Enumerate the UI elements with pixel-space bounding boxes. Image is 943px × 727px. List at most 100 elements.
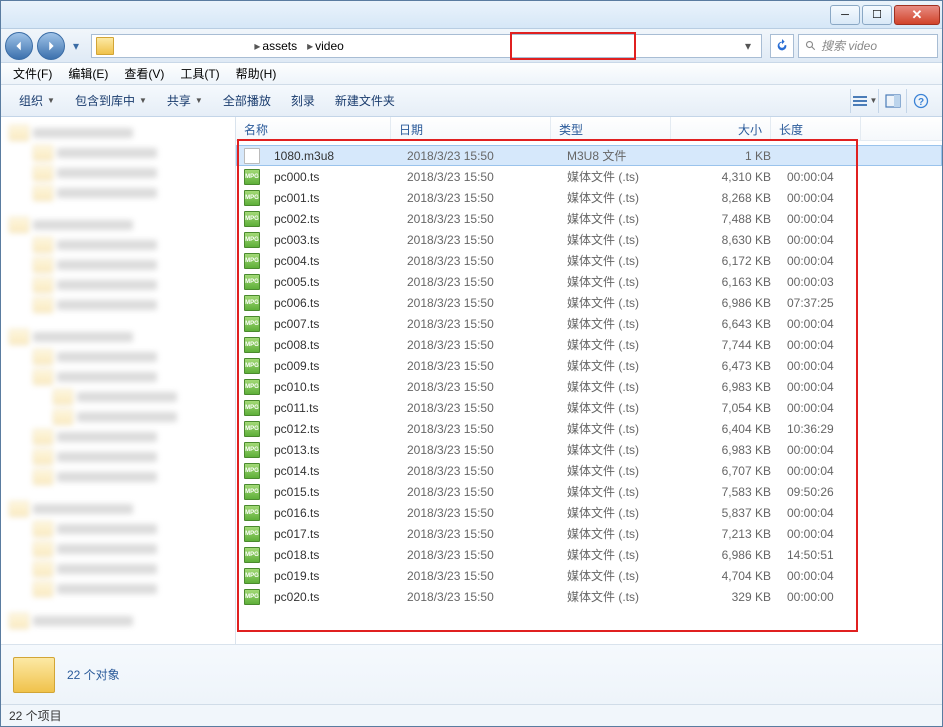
- file-row[interactable]: MPGpc020.ts2018/3/23 15:50媒体文件 (.ts)329 …: [236, 586, 942, 607]
- file-date: 2018/3/23 15:50: [399, 401, 559, 415]
- file-row[interactable]: MPGpc010.ts2018/3/23 15:50媒体文件 (.ts)6,98…: [236, 376, 942, 397]
- file-length: 00:00:00: [779, 590, 869, 604]
- file-row[interactable]: MPGpc005.ts2018/3/23 15:50媒体文件 (.ts)6,16…: [236, 271, 942, 292]
- file-row[interactable]: MPGpc018.ts2018/3/23 15:50媒体文件 (.ts)6,98…: [236, 544, 942, 565]
- file-name: pc010.ts: [266, 380, 399, 394]
- minimize-icon: ─: [841, 9, 849, 21]
- menu-help[interactable]: 帮助(H): [228, 63, 285, 84]
- file-row[interactable]: MPGpc012.ts2018/3/23 15:50媒体文件 (.ts)6,40…: [236, 418, 942, 439]
- menu-view[interactable]: 查看(V): [116, 63, 172, 84]
- file-row[interactable]: 1080.m3u82018/3/23 15:50M3U8 文件1 KB: [236, 145, 942, 166]
- organize-button[interactable]: 组织▼: [9, 88, 65, 113]
- file-row[interactable]: MPGpc001.ts2018/3/23 15:50媒体文件 (.ts)8,26…: [236, 187, 942, 208]
- file-name: pc014.ts: [266, 464, 399, 478]
- file-row[interactable]: MPGpc013.ts2018/3/23 15:50媒体文件 (.ts)6,98…: [236, 439, 942, 460]
- file-row[interactable]: MPGpc019.ts2018/3/23 15:50媒体文件 (.ts)4,70…: [236, 565, 942, 586]
- media-file-icon: MPG: [244, 169, 260, 185]
- file-name: pc007.ts: [266, 317, 399, 331]
- column-size[interactable]: 大小: [671, 117, 771, 140]
- include-in-library-button[interactable]: 包含到库中▼: [65, 88, 157, 113]
- file-size: 329 KB: [679, 590, 779, 604]
- file-size: 1 KB: [679, 149, 779, 163]
- chevron-right-icon: ▸: [252, 39, 262, 53]
- file-length: 00:00:04: [779, 338, 869, 352]
- menu-edit[interactable]: 编辑(E): [60, 63, 116, 84]
- burn-button[interactable]: 刻录: [281, 88, 325, 113]
- file-row[interactable]: MPGpc011.ts2018/3/23 15:50媒体文件 (.ts)7,05…: [236, 397, 942, 418]
- chevron-down-icon: ▼: [139, 96, 147, 105]
- file-type: 媒体文件 (.ts): [559, 483, 679, 500]
- back-arrow-icon: [12, 39, 26, 53]
- forward-button[interactable]: [37, 32, 65, 60]
- media-file-icon: MPG: [244, 232, 260, 248]
- breadcrumb[interactable]: ▸assets ▸video ▾: [91, 34, 762, 58]
- file-row[interactable]: MPGpc007.ts2018/3/23 15:50媒体文件 (.ts)6,64…: [236, 313, 942, 334]
- explorer-window: ─ ☐ ✕ ▾ ▸assets ▸video ▾ 搜索 video: [0, 0, 943, 727]
- file-size: 6,986 KB: [679, 296, 779, 310]
- nav-history-dropdown[interactable]: ▾: [69, 39, 83, 53]
- search-input[interactable]: 搜索 video: [798, 34, 938, 58]
- file-row[interactable]: MPGpc004.ts2018/3/23 15:50媒体文件 (.ts)6,17…: [236, 250, 942, 271]
- menu-tools[interactable]: 工具(T): [172, 63, 227, 84]
- help-icon: ?: [913, 93, 929, 109]
- file-size: 7,583 KB: [679, 485, 779, 499]
- breadcrumb-segment-video[interactable]: ▸video: [301, 39, 348, 53]
- file-row[interactable]: MPGpc008.ts2018/3/23 15:50媒体文件 (.ts)7,74…: [236, 334, 942, 355]
- file-row[interactable]: MPGpc003.ts2018/3/23 15:50媒体文件 (.ts)8,63…: [236, 229, 942, 250]
- file-row[interactable]: MPGpc006.ts2018/3/23 15:50媒体文件 (.ts)6,98…: [236, 292, 942, 313]
- minimize-button[interactable]: ─: [830, 5, 860, 25]
- column-type[interactable]: 类型: [551, 117, 671, 140]
- share-button[interactable]: 共享▼: [157, 88, 213, 113]
- menu-bar: 文件(F) 编辑(E) 查看(V) 工具(T) 帮助(H): [1, 63, 942, 85]
- navigation-tree[interactable]: [1, 117, 236, 644]
- maximize-button[interactable]: ☐: [862, 5, 892, 25]
- help-button[interactable]: ?: [906, 89, 934, 113]
- file-row[interactable]: MPGpc015.ts2018/3/23 15:50媒体文件 (.ts)7,58…: [236, 481, 942, 502]
- column-date[interactable]: 日期: [391, 117, 551, 140]
- file-date: 2018/3/23 15:50: [399, 149, 559, 163]
- media-file-icon: MPG: [244, 190, 260, 206]
- breadcrumb-dropdown[interactable]: ▾: [739, 39, 757, 53]
- file-name: pc020.ts: [266, 590, 399, 604]
- file-date: 2018/3/23 15:50: [399, 590, 559, 604]
- file-date: 2018/3/23 15:50: [399, 296, 559, 310]
- file-list[interactable]: 1080.m3u82018/3/23 15:50M3U8 文件1 KBMPGpc…: [236, 141, 942, 644]
- file-type: 媒体文件 (.ts): [559, 168, 679, 185]
- svg-text:?: ?: [917, 97, 923, 108]
- new-folder-button[interactable]: 新建文件夹: [325, 88, 405, 113]
- refresh-button[interactable]: [770, 34, 794, 58]
- file-size: 4,704 KB: [679, 569, 779, 583]
- file-row[interactable]: MPGpc014.ts2018/3/23 15:50媒体文件 (.ts)6,70…: [236, 460, 942, 481]
- status-text: 22 个项目: [9, 707, 62, 724]
- menu-file[interactable]: 文件(F): [5, 63, 60, 84]
- play-all-button[interactable]: 全部播放: [213, 88, 281, 113]
- chevron-down-icon: ▼: [870, 96, 878, 105]
- preview-pane-button[interactable]: [878, 89, 906, 113]
- titlebar: ─ ☐ ✕: [1, 1, 942, 29]
- refresh-icon: [775, 39, 789, 53]
- file-row[interactable]: MPGpc002.ts2018/3/23 15:50媒体文件 (.ts)7,48…: [236, 208, 942, 229]
- column-length[interactable]: 长度: [771, 117, 861, 140]
- file-type: 媒体文件 (.ts): [559, 567, 679, 584]
- file-row[interactable]: MPGpc016.ts2018/3/23 15:50媒体文件 (.ts)5,83…: [236, 502, 942, 523]
- file-name: pc002.ts: [266, 212, 399, 226]
- file-type: 媒体文件 (.ts): [559, 252, 679, 269]
- file-row[interactable]: MPGpc009.ts2018/3/23 15:50媒体文件 (.ts)6,47…: [236, 355, 942, 376]
- file-type: 媒体文件 (.ts): [559, 420, 679, 437]
- file-name: pc019.ts: [266, 569, 399, 583]
- details-text: 22 个对象: [67, 666, 120, 683]
- breadcrumb-segment-assets[interactable]: ▸assets: [248, 39, 301, 53]
- forward-arrow-icon: [44, 39, 58, 53]
- column-name[interactable]: 名称: [236, 117, 391, 140]
- toolbar: 组织▼ 包含到库中▼ 共享▼ 全部播放 刻录 新建文件夹 ▼ ?: [1, 85, 942, 117]
- file-size: 5,837 KB: [679, 506, 779, 520]
- file-row[interactable]: MPGpc017.ts2018/3/23 15:50媒体文件 (.ts)7,21…: [236, 523, 942, 544]
- file-list-pane: 名称 日期 类型 大小 长度 1080.m3u82018/3/23 15:50M…: [236, 117, 942, 644]
- close-button[interactable]: ✕: [894, 5, 940, 25]
- file-row[interactable]: MPGpc000.ts2018/3/23 15:50媒体文件 (.ts)4,31…: [236, 166, 942, 187]
- media-file-icon: MPG: [244, 421, 260, 437]
- media-file-icon: MPG: [244, 379, 260, 395]
- view-options-button[interactable]: ▼: [850, 89, 878, 113]
- back-button[interactable]: [5, 32, 33, 60]
- file-length: 09:50:26: [779, 485, 869, 499]
